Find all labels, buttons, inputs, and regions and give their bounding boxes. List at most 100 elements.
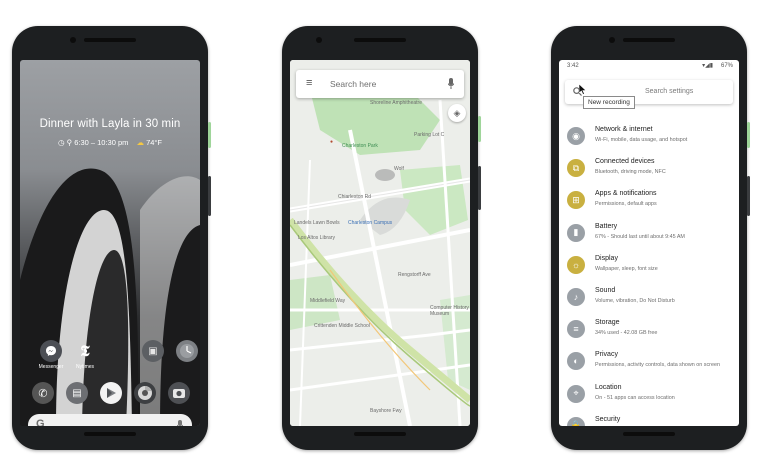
speaker-grille xyxy=(354,38,406,42)
settings-item-title: Apps & notifications xyxy=(595,190,657,198)
glance-event-details[interactable]: ◷ ⚲ 6:30 – 10:30 pm ☁ 74°F xyxy=(20,138,200,147)
map-canvas[interactable] xyxy=(290,60,470,426)
settings-item-subtitle: Permissions, activity controls, data sho… xyxy=(595,362,720,369)
speaker-grille xyxy=(84,38,136,42)
chrome-app-icon[interactable] xyxy=(134,382,156,404)
security-icon: 🔒 xyxy=(567,416,585,426)
maps-search-input[interactable]: Search here xyxy=(330,79,376,89)
settings-item-subtitle: On - 51 apps can access location xyxy=(595,394,675,401)
settings-item-title: Security xyxy=(595,415,621,423)
nytimes-label: Nytimes xyxy=(75,364,95,370)
apps-icon: ⊞ xyxy=(567,191,585,210)
map-label[interactable]: Charleston Park xyxy=(342,143,378,149)
settings-item-subtitle: 67% - Should last until about 9:45 AM xyxy=(595,233,685,240)
messages-app-icon[interactable]: ▤ xyxy=(66,382,88,404)
settings-item-wifi[interactable]: ◉ Network & internet Wi-Fi, mobile, data u… xyxy=(559,122,739,152)
settings-item-devices[interactable]: ⧉ Connected devices Bluetooth, driving mod… xyxy=(559,154,739,184)
front-camera xyxy=(609,37,615,43)
glance-event-title[interactable]: Dinner with Layla in 30 min xyxy=(20,118,200,130)
settings-item-title: Privacy xyxy=(595,351,618,359)
tooltip: New recording xyxy=(583,96,635,109)
status-battery: 67% xyxy=(720,63,733,69)
mic-icon[interactable] xyxy=(448,78,454,89)
settings-item-subtitle: Volume, vibration, Do Not Disturb xyxy=(595,298,675,304)
settings-item-subtitle: 34% used - 42.08 GB free xyxy=(595,330,658,337)
map-label[interactable]: Middlefield Way xyxy=(310,298,345,304)
map-label[interactable]: Parking Lot C xyxy=(414,132,444,138)
volume-button xyxy=(208,176,211,216)
storage-icon: ≡ xyxy=(567,320,585,339)
settings-item-sound[interactable]: ♪ Sound Volume, vibration, Do Not Disturb xyxy=(559,283,739,313)
map-label[interactable]: Wolf xyxy=(394,166,404,172)
status-bar: 3:42 ▾◢▮ 67% xyxy=(559,60,739,74)
map-label[interactable]: Los Altos Library xyxy=(298,235,335,241)
settings-item-storage[interactable]: ≡ Storage 34% used - 42.08 GB free xyxy=(559,315,739,345)
settings-item-title: Battery xyxy=(595,222,618,230)
settings-item-location[interactable]: ⌖ Location On - 51 apps can access locatio… xyxy=(559,380,739,410)
status-time: 3:42 xyxy=(567,63,579,69)
weather-icon: ☁ xyxy=(136,138,145,147)
layers-icon: ◈ xyxy=(453,107,461,118)
messenger-app-icon[interactable] xyxy=(40,340,62,362)
messages-icon: ▤ xyxy=(72,387,82,399)
settings-item-privacy[interactable]: ◐ Privacy Permissions, activity controls, … xyxy=(559,347,739,377)
play-store-app-icon[interactable] xyxy=(100,382,122,404)
map-label[interactable]: Charleston Campus xyxy=(348,220,392,226)
volume-button xyxy=(747,176,750,216)
settings-item-display[interactable]: ☼ Display Wallpaper, sleep, font size xyxy=(559,251,739,281)
volume-button xyxy=(478,166,481,210)
map-pin-icon[interactable]: ● xyxy=(330,139,333,145)
settings-item-title: Storage xyxy=(595,319,620,327)
front-camera xyxy=(70,37,76,43)
power-button xyxy=(478,116,481,142)
sound-icon: ♪ xyxy=(567,288,585,306)
settings-item-title: Display xyxy=(595,254,618,262)
bottom-speaker xyxy=(84,432,136,436)
menu-icon[interactable]: ≡ xyxy=(306,77,312,89)
settings-item-title: Connected devices xyxy=(595,158,655,166)
settings-item-battery[interactable]: ▮ Battery 67% - Should last until about 9:… xyxy=(559,219,739,249)
camera-app-icon[interactable] xyxy=(168,382,190,404)
camera-icon xyxy=(173,389,185,398)
map-label[interactable]: Rengstorff Ave xyxy=(398,272,431,278)
mic-icon[interactable] xyxy=(177,420,183,426)
chrome-icon xyxy=(138,386,152,400)
wallpaper xyxy=(20,168,200,426)
map-label[interactable]: Computer History Museum xyxy=(430,305,470,317)
settings-screen: 3:42 ▾◢▮ 67% Search settings New recordi… xyxy=(559,60,739,426)
map-label[interactable]: Bayshore Fwy xyxy=(370,408,402,414)
clock-app-icon[interactable] xyxy=(176,340,198,362)
wifi-icon: ◉ xyxy=(567,127,585,145)
settings-item-subtitle: Bluetooth, driving mode, NFC xyxy=(595,169,666,176)
map-label[interactable]: Shoreline Amphitheatre xyxy=(370,100,422,106)
maps-screen[interactable]: ≡ Search here ◈ Shoreline Amphitheatre P… xyxy=(290,60,470,426)
google-logo-icon: G xyxy=(36,418,45,426)
google-search-bar[interactable]: G xyxy=(28,414,192,426)
map-label[interactable]: Crittenden Middle School xyxy=(314,323,370,329)
settings-item-apps[interactable]: ⊞ Apps & notifications Permissions, defaul… xyxy=(559,186,739,216)
phone-maps: ≡ Search here ◈ Shoreline Amphitheatre P… xyxy=(282,26,481,450)
settings-search-input[interactable]: Search settings xyxy=(645,88,693,95)
settings-item-security[interactable]: 🔒 Security xyxy=(559,412,739,426)
phone-home-screen: Dinner with Layla in 30 min ◷ ⚲ 6:30 – 1… xyxy=(12,26,211,450)
settings-item-title: Sound xyxy=(595,287,616,294)
display-icon: ☼ xyxy=(567,255,585,274)
settings-item-title: Network & internet xyxy=(595,126,653,133)
maps-search-bar[interactable]: ≡ Search here xyxy=(296,70,464,98)
glance-weather: 74°F xyxy=(146,138,163,147)
phone-icon: ✆ xyxy=(38,387,48,400)
front-camera xyxy=(316,37,322,43)
home-screen: Dinner with Layla in 30 min ◷ ⚲ 6:30 – 1… xyxy=(20,60,200,426)
briefcase-icon: ▣ xyxy=(148,345,158,357)
location-icon: ⌖ xyxy=(567,384,585,403)
layers-button[interactable]: ◈ xyxy=(448,104,466,122)
nytimes-app-icon[interactable]: 𝕿 xyxy=(74,340,96,362)
clock-icon xyxy=(180,344,194,358)
map-label[interactable]: Chiarleston Rd xyxy=(338,194,371,200)
map-label[interactable]: Landels Lawn Bowls xyxy=(294,220,340,226)
briefcase-app-icon[interactable]: ▣ xyxy=(142,340,164,362)
mouse-cursor-icon xyxy=(579,84,587,95)
bottom-speaker xyxy=(354,432,406,436)
phone-app-icon[interactable]: ✆ xyxy=(32,382,54,404)
power-button xyxy=(747,122,750,148)
